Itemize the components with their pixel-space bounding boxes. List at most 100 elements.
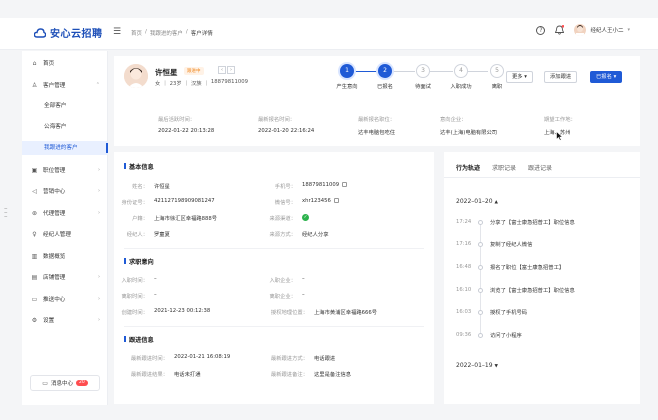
meta-intent-company: 意向企业： 达丰(上海)电脑有限公司 (440, 117, 498, 136)
field-create-time: 创建时间： 2021-12-23 00:12:38 (121, 308, 211, 316)
signed-up-dropdown[interactable]: 已报名 ▾ (590, 71, 623, 83)
section-title-basic: 基本信息 (124, 162, 154, 171)
date-group-header[interactable]: 2022–01–19 ▼ (456, 362, 498, 369)
section-title-job-intent: 求职意向 (124, 257, 154, 266)
chevron-right-icon: › (98, 296, 100, 302)
list-item: 17:24 分享了【富士康急招普工】职位信息 (456, 219, 575, 226)
more-button[interactable]: 更多 ▾ (506, 71, 533, 83)
list-item: 16:48 报名了职位【富士康急招普工】 (456, 264, 565, 271)
step-intent: 1 产生意向 (332, 64, 362, 90)
bell-icon[interactable] (555, 25, 565, 35)
home-icon: ⌂ (32, 59, 37, 67)
section-title-follow: 跟进信息 (124, 335, 154, 344)
sidebar-item-jobs[interactable]: ▣ 职位管理 › (22, 163, 108, 177)
user-name: 经纪人王小二 (590, 28, 624, 34)
push-icon: ▭ (31, 295, 38, 303)
candidate-avatar (124, 64, 148, 88)
menu-toggle-icon[interactable]: ☰ (113, 27, 123, 37)
sidebar-item-settings[interactable]: ⚙ 设置 › (22, 313, 108, 327)
status-badge: 跟进中 (184, 67, 204, 75)
date-group-header[interactable]: 2022–01–20 ▲ (456, 198, 498, 205)
chevron-right-icon: › (98, 317, 100, 323)
chevron-down-icon: ▾ (613, 74, 617, 80)
sidebar-item-push[interactable]: ▭ 推送中心 › (22, 292, 108, 306)
candidate-basic-line: 女｜ 23岁｜ 汉族｜ 18879811009 (155, 79, 248, 87)
field-leave-company: 离职企业： – (269, 292, 305, 300)
user-menu[interactable]: 经纪人王小二 ▾ (574, 24, 630, 36)
help-icon[interactable]: ? (536, 25, 546, 35)
logo[interactable]: 安心云招聘 (34, 25, 103, 40)
tab-behavior[interactable]: 行为轨迹 (456, 163, 481, 178)
sidebar-item-brokers[interactable]: ♀ 经纪人管理 (22, 227, 108, 241)
cloud-logo-icon (34, 27, 46, 38)
sidebar-item-data-overview[interactable]: ▥ 数据概览 (22, 249, 108, 263)
person-icon: ♀ (32, 230, 37, 238)
field-leave-time: 离职时间： – (121, 292, 157, 300)
message-count-badge: 20 (75, 380, 88, 386)
drag-handle-icon[interactable]: – – – (4, 205, 8, 220)
sidebar-sub-my-customers[interactable]: 我跟进的客户 (22, 141, 108, 155)
step-onboard: 4 入职成功 (446, 64, 476, 90)
message-icon: ▭ (42, 379, 48, 387)
list-item: 16:03 授权了手机号码 (456, 309, 528, 316)
agent-icon: ⊛ (31, 209, 38, 217)
app-frame: 安心云招聘 ☰ 首页 / 我跟进的客户 / 客户详情 ? 经纪人王小二 ▾ ⌂ … (0, 0, 658, 420)
progress-steps: 1 产生意向 2 已报名 3 待面试 4 入职成功 5 离职 (332, 64, 504, 94)
field-onboard-company: 入职企业： – (269, 276, 305, 284)
copy-icon[interactable] (342, 182, 348, 187)
list-item: 17:16 复制了经纪人微信 (456, 241, 533, 248)
tab-job-records[interactable]: 求职记录 (492, 163, 516, 172)
field-household: 户籍： 上海市徐汇区幸福路888号 (132, 216, 218, 222)
breadcrumb-my-customers[interactable]: 我跟进的客户 (150, 29, 183, 37)
user-icon: ♙ (31, 81, 38, 89)
field-last-follow-note: 最新跟进备注： 这里是备注信息 (270, 372, 352, 378)
chevron-down-icon: ▾ (627, 27, 630, 33)
meta-last-signup-job: 最新报名职位： 达丰电脑包吃住 (358, 117, 396, 136)
sidebar-item-agents[interactable]: ⊛ 代理管理 › (22, 206, 108, 220)
message-center-button[interactable]: ▭ 消息中心 20 (30, 375, 100, 391)
tab-follow-records[interactable]: 跟进记录 (528, 163, 552, 172)
field-auth-location: 授权地理位置： 上海市黄浦区幸福路666号 (270, 310, 378, 316)
caret-up-icon: ▲ (494, 200, 498, 205)
field-source-method: 来源方式： 经纪人分享 (269, 232, 329, 238)
prev-icon[interactable]: ‹ (218, 66, 226, 74)
field-name: 姓名： 许恒星 (132, 184, 170, 190)
copy-icon[interactable] (333, 198, 339, 203)
breadcrumb-home[interactable]: 首页 (131, 29, 142, 37)
basic-info-card: 基本信息 姓名： 许恒星 身份证号： 421127198909081247 户籍：上… (114, 152, 434, 404)
sidebar-item-marketing[interactable]: ◁ 营销中心 › (22, 184, 108, 198)
chevron-right-icon: › (98, 188, 100, 194)
meta-last-active: 最后活跃时间： 2022-01-22 20:13:28 (158, 117, 215, 134)
step-interview: 3 待面试 (408, 64, 438, 90)
chevron-right-icon: › (98, 167, 100, 173)
caret-down-icon: ▼ (494, 364, 498, 369)
sidebar-sub-public-customers[interactable]: 公海客户 (22, 120, 108, 134)
mouse-cursor-icon (556, 131, 563, 141)
sidebar-item-home[interactable]: ⌂ 首页 (22, 56, 108, 70)
field-onboard-time: 入职时间： – (121, 276, 157, 284)
sidebar: ⌂ 首页 ♙ 客户管理 ⌃ 全部客户 公海客户 我跟进的客户 ▣ 职位管理 › ◁ 营销中心… (22, 51, 108, 405)
chevron-down-icon: ▾ (524, 74, 527, 80)
field-id-number: 身份证号： 421127198909081247 (121, 198, 215, 206)
field-last-follow-result: 最新跟进结果： 电话未打通 (130, 372, 201, 378)
gear-icon: ⚙ (31, 316, 38, 324)
chevron-up-icon: ⌃ (95, 82, 100, 88)
sidebar-item-stores[interactable]: ▤ 店铺管理 › (22, 270, 108, 284)
breadcrumb: 首页 / 我跟进的客户 / 客户详情 (131, 29, 213, 37)
sidebar-sub-all-customers[interactable]: 全部客户 (22, 99, 108, 113)
field-broker: 经纪人： 罗童夏 (126, 232, 170, 238)
sidebar-item-customers[interactable]: ♙ 客户管理 ⌃ (22, 78, 108, 92)
add-follow-button[interactable]: 添加跟进 (544, 71, 578, 83)
field-phone: 手机号： 18879811009 (264, 182, 348, 190)
field-source-channel: 来源渠道： ✓ (269, 214, 309, 222)
next-icon[interactable]: › (227, 66, 235, 74)
wechat-icon: ✓ (302, 214, 309, 221)
chevron-right-icon: › (98, 210, 100, 216)
candidate-pager: ‹ › (218, 66, 235, 74)
list-item: 09:36 访问了小程序 (456, 332, 522, 339)
top-right-tools: ? 经纪人王小二 ▾ (536, 24, 630, 36)
chart-icon: ▥ (31, 252, 38, 260)
breadcrumb-current: 客户详情 (190, 31, 213, 37)
meta-last-signup-time: 最新报名时间： 2022-01-20 22:16:24 (258, 117, 315, 134)
candidate-name: 许恒星 (155, 68, 178, 77)
